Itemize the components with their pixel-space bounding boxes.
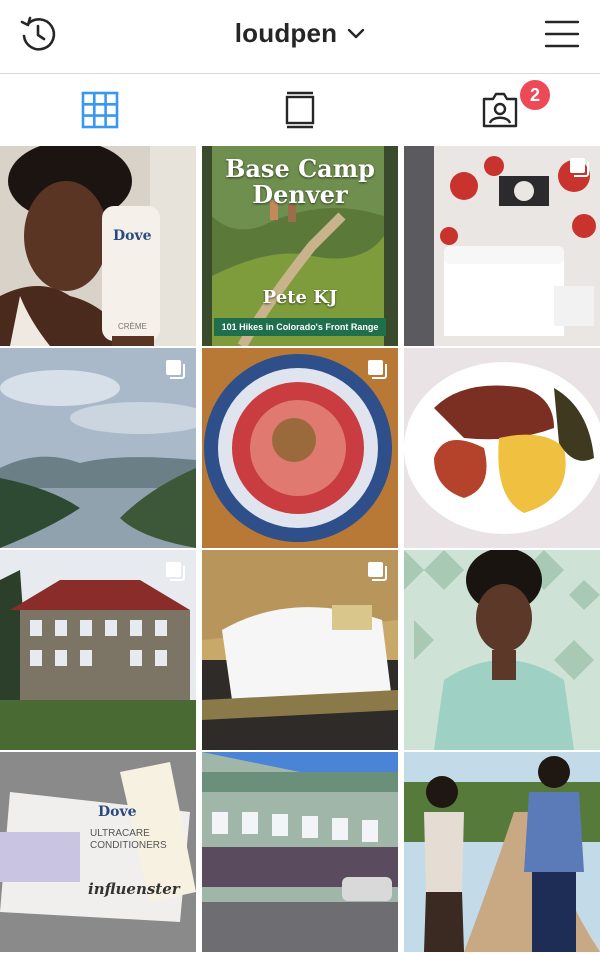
post-thumbnail[interactable]: [0, 348, 196, 548]
post-thumbnail[interactable]: [0, 550, 196, 750]
post-thumbnail[interactable]: [404, 752, 600, 952]
grid-icon: [81, 91, 119, 129]
post-thumbnail[interactable]: [202, 752, 398, 952]
multiple-photos-icon: [166, 360, 185, 379]
profile-tabs: 2: [0, 74, 600, 146]
post-thumbnail[interactable]: [202, 550, 398, 750]
box-brand-text: Dove: [98, 804, 137, 820]
book-title: Base Camp Denver: [225, 154, 375, 209]
account-switcher[interactable]: loudpen: [0, 18, 600, 49]
post-thumbnail[interactable]: [404, 146, 600, 346]
post-thumbnail[interactable]: Dove ULTRACARE CONDITIONERS influenster: [0, 752, 196, 952]
tab-tagged[interactable]: 2: [400, 74, 600, 146]
post-thumbnail[interactable]: [404, 348, 600, 548]
post-thumbnail[interactable]: [404, 550, 600, 750]
multiple-photos-icon: [368, 360, 387, 379]
post-image: [0, 752, 196, 952]
post-image: [404, 550, 600, 750]
bottle-brand-text: Dove: [113, 228, 152, 244]
tab-feed[interactable]: [200, 74, 400, 146]
menu-button[interactable]: [538, 10, 586, 58]
chevron-down-icon: [348, 28, 365, 38]
tab-grid[interactable]: [0, 74, 200, 146]
hamburger-menu-icon: [544, 20, 580, 48]
book-author: Pete KJ: [262, 287, 338, 308]
tagged-photos-icon: [482, 92, 518, 128]
box-product-text: ULTRACARE CONDITIONERS: [90, 828, 167, 851]
profile-header: loudpen: [0, 0, 600, 74]
post-thumbnail[interactable]: Dove CRÈME: [0, 146, 196, 346]
post-image: [0, 146, 196, 346]
multiple-photos-icon: [166, 562, 185, 581]
notification-badge: 2: [520, 80, 550, 110]
post-image: [404, 752, 600, 952]
post-thumbnail[interactable]: [202, 348, 398, 548]
multiple-photos-icon: [570, 158, 589, 177]
bottle-product-text: CRÈME: [118, 322, 147, 331]
book-subtitle: 101 Hikes in Colorado's Front Range: [214, 318, 386, 336]
post-grid: Dove CRÈME Base Camp Denver Pete KJ 101 …: [0, 146, 600, 954]
feed-icon: [285, 91, 315, 129]
post-image: [404, 348, 600, 548]
multiple-photos-icon: [368, 562, 387, 581]
username: loudpen: [234, 18, 338, 48]
sticker-text: influenster: [88, 880, 180, 898]
post-thumbnail[interactable]: Base Camp Denver Pete KJ 101 Hikes in Co…: [202, 146, 398, 346]
post-image: [202, 752, 398, 952]
